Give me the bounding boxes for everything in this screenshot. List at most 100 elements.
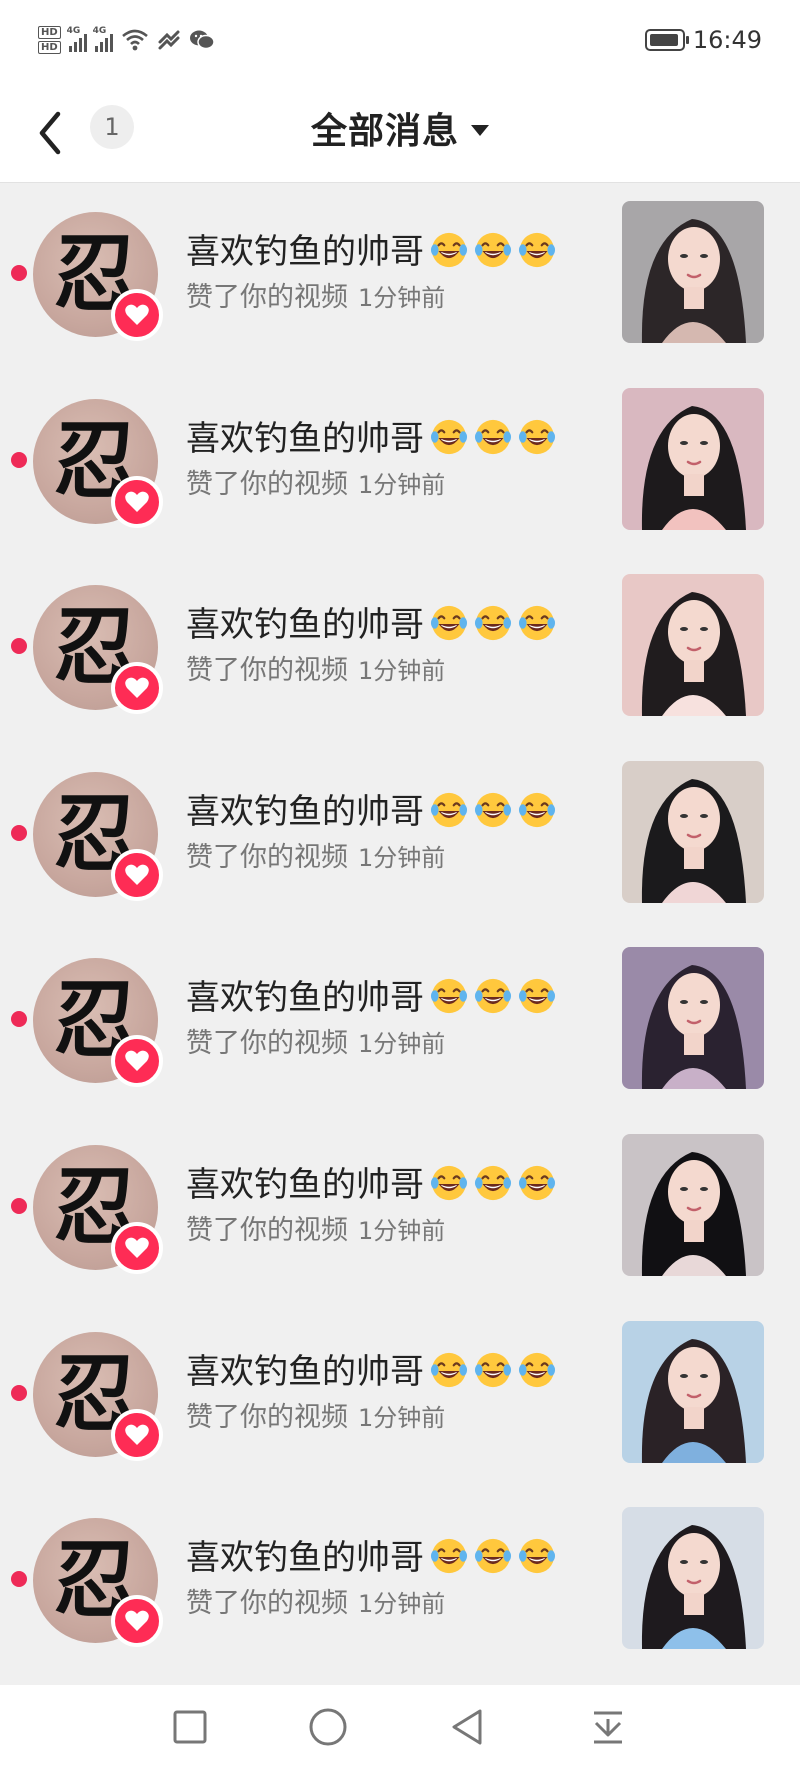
video-thumbnail[interactable] <box>622 947 764 1090</box>
hd-label: HD <box>38 41 61 54</box>
nickname-line[interactable]: 喜欢钓鱼的帅哥 <box>186 976 556 1020</box>
activity-text: 赞了你的视频 <box>186 1028 348 1060</box>
home-button[interactable] <box>306 1705 350 1749</box>
like-badge <box>111 1035 163 1088</box>
activity-line: 赞了你的视频 1分钟前 <box>186 282 556 317</box>
notification-text: 喜欢钓鱼的帅哥赞了你的视频 1分钟前 <box>186 1350 556 1437</box>
laughing-emoji-icon <box>430 792 468 827</box>
laughing-emoji-icon <box>474 1539 512 1574</box>
notification-row[interactable]: 忍喜欢钓鱼的帅哥 赞了你的视频 1分钟前 <box>0 744 800 931</box>
video-thumbnail-image <box>622 201 764 343</box>
laughing-emoji-icon <box>474 1165 512 1201</box>
video-thumbnail[interactable] <box>622 574 764 717</box>
video-thumbnail-image <box>622 1507 764 1650</box>
like-badge <box>111 475 163 528</box>
activity-line: 赞了你的视频 1分钟前 <box>186 1028 556 1063</box>
nickname: 喜欢钓鱼的帅哥 <box>186 1538 424 1579</box>
video-thumbnail[interactable] <box>622 387 764 530</box>
timestamp: 1分钟前 <box>358 657 446 686</box>
nickname-line[interactable]: 喜欢钓鱼的帅哥 <box>186 790 556 834</box>
page-title: 全部消息 <box>310 111 459 152</box>
status-right: 16:49 <box>644 26 762 54</box>
laughing-emoji-icon <box>430 1352 468 1387</box>
laughing-emoji-icon <box>474 1352 512 1387</box>
signal-icon: 4G <box>66 26 87 52</box>
laughing-emoji-icon <box>430 232 468 268</box>
notification-row[interactable]: 忍喜欢钓鱼的帅哥 赞了你的视频 1分钟前 <box>0 557 800 744</box>
system-nav-bar <box>0 1685 800 1769</box>
network-label: 4G <box>92 26 107 36</box>
notification-row[interactable]: 忍喜欢钓鱼的帅哥 赞了你的视频 1分钟前 <box>0 1304 800 1491</box>
title-dropdown[interactable]: 全部消息 <box>0 98 800 158</box>
notification-list: 忍喜欢钓鱼的帅哥 赞了你的视频 1分钟前忍喜欢钓鱼的帅哥 赞了你的视频 1分钟前忍喜欢钓… <box>0 184 800 1677</box>
laughing-emoji-icon <box>474 606 512 641</box>
hd-indicators: HD HD <box>38 26 61 54</box>
notification-text: 喜欢钓鱼的帅哥赞了你的视频 1分钟前 <box>186 790 556 877</box>
status-time: 16:49 <box>692 26 762 54</box>
nfc-icon <box>158 30 180 50</box>
notification-row[interactable]: 忍喜欢钓鱼的帅哥 赞了你的视频 1分钟前 <box>0 371 800 558</box>
video-thumbnail[interactable] <box>622 201 764 343</box>
nickname: 喜欢钓鱼的帅哥 <box>186 1351 424 1392</box>
header: 1 全部消息 <box>0 88 800 183</box>
unread-dot <box>11 824 27 841</box>
nickname-line[interactable]: 喜欢钓鱼的帅哥 <box>186 417 556 461</box>
unread-dot <box>11 638 27 655</box>
laughing-emoji-icon <box>518 606 556 641</box>
nickname-line[interactable]: 喜欢钓鱼的帅哥 <box>186 603 556 647</box>
like-badge <box>111 1221 163 1274</box>
nickname: 喜欢钓鱼的帅哥 <box>186 605 424 646</box>
nickname: 喜欢钓鱼的帅哥 <box>186 232 424 272</box>
nickname-line[interactable]: 喜欢钓鱼的帅哥 <box>186 1350 556 1394</box>
laughing-emoji-icon <box>518 1539 556 1574</box>
notification-row[interactable]: 忍喜欢钓鱼的帅哥 赞了你的视频 1分钟前 <box>0 1117 800 1304</box>
video-thumbnail[interactable] <box>622 760 764 903</box>
notification-row[interactable]: 忍喜欢钓鱼的帅哥 赞了你的视频 1分钟前 <box>0 1490 800 1677</box>
notification-row[interactable]: 忍喜欢钓鱼的帅哥 赞了你的视频 1分钟前 <box>0 930 800 1117</box>
recent-apps-button[interactable] <box>168 1705 212 1749</box>
laughing-emoji-icon <box>430 419 468 454</box>
notification-pulldown-icon <box>594 1711 622 1744</box>
notification-pulldown-button[interactable] <box>586 1705 630 1749</box>
status-bar: HD HD 4G 4G 16:49 <box>0 0 800 88</box>
nickname-line[interactable]: 喜欢钓鱼的帅哥 <box>186 1163 556 1207</box>
video-thumbnail[interactable] <box>622 1320 764 1463</box>
back-triangle-icon <box>452 1709 482 1745</box>
wechat-icon <box>189 30 215 50</box>
activity-line: 赞了你的视频 1分钟前 <box>186 842 556 877</box>
heart-icon <box>125 1237 149 1258</box>
like-badge <box>111 1408 163 1461</box>
hd-label: HD <box>38 26 61 39</box>
laughing-emoji-icon <box>430 979 468 1014</box>
video-thumbnail[interactable] <box>622 1507 764 1650</box>
activity-line: 赞了你的视频 1分钟前 <box>186 1588 556 1623</box>
timestamp: 1分钟前 <box>358 1216 446 1245</box>
like-badge <box>111 1595 163 1648</box>
timestamp: 1分钟前 <box>358 1403 446 1432</box>
laughing-emoji-icon <box>518 1165 556 1201</box>
home-circle-icon <box>309 1708 347 1746</box>
nickname-line[interactable]: 喜欢钓鱼的帅哥 <box>186 1536 556 1580</box>
unread-dot <box>11 1197 27 1214</box>
heart-icon <box>125 1051 149 1072</box>
notification-row[interactable]: 忍喜欢钓鱼的帅哥 赞了你的视频 1分钟前 <box>0 184 800 371</box>
heart-icon <box>125 677 149 699</box>
laughing-emoji-icon <box>518 1352 556 1387</box>
system-back-button[interactable] <box>446 1705 490 1749</box>
nickname-line[interactable]: 喜欢钓鱼的帅哥 <box>186 230 556 274</box>
video-thumbnail[interactable] <box>622 1133 764 1276</box>
nickname: 喜欢钓鱼的帅哥 <box>186 791 424 832</box>
laughing-emoji-icon <box>518 232 556 268</box>
network-label: 4G <box>66 26 81 36</box>
heart-icon <box>125 1424 149 1445</box>
heart-icon <box>125 864 149 885</box>
unread-dot <box>11 1384 27 1401</box>
unread-dot <box>11 265 27 281</box>
laughing-emoji-icon <box>474 419 512 454</box>
video-thumbnail-image <box>622 1133 764 1276</box>
activity-text: 赞了你的视频 <box>186 1588 348 1620</box>
activity-line: 赞了你的视频 1分钟前 <box>186 1402 556 1437</box>
laughing-emoji-icon <box>474 979 512 1014</box>
like-badge <box>111 662 163 715</box>
activity-text: 赞了你的视频 <box>186 841 348 873</box>
